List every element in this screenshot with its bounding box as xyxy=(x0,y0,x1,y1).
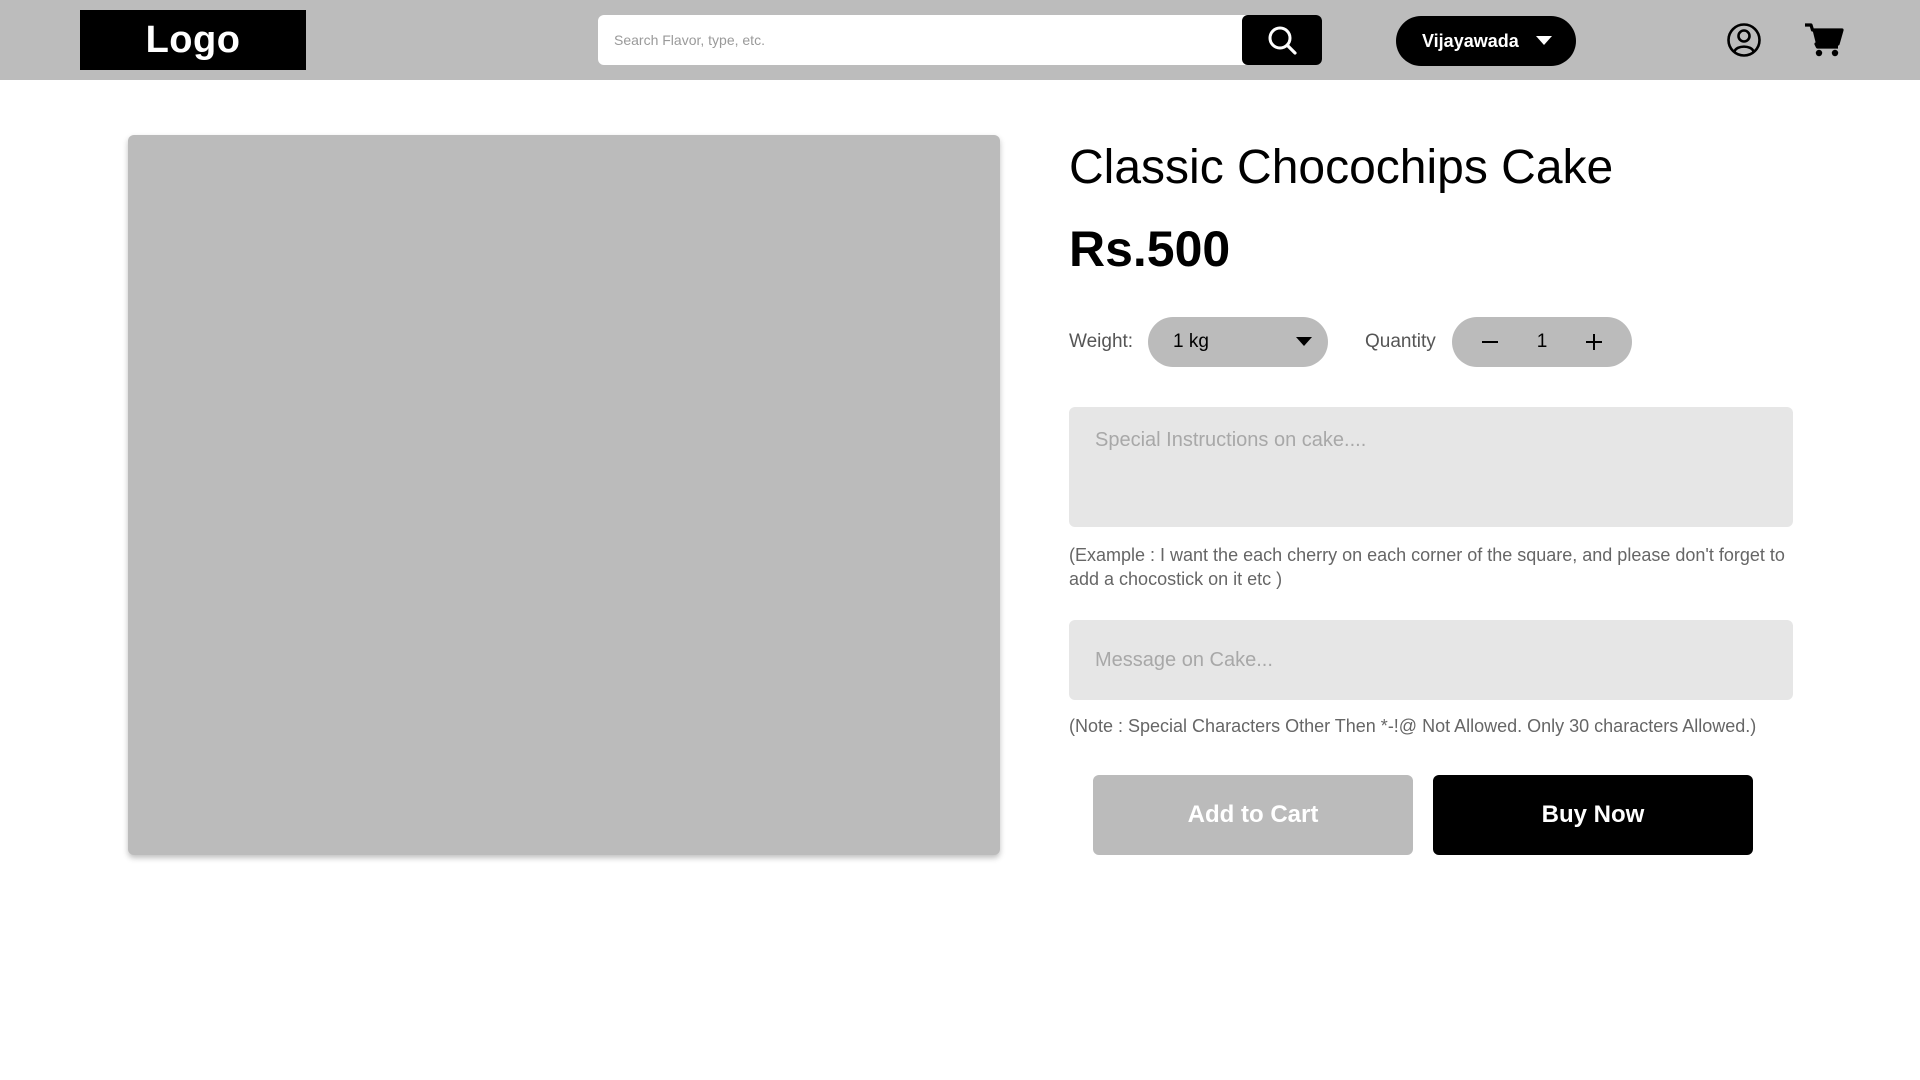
chevron-down-icon xyxy=(1296,337,1312,346)
product-price: Rs.500 xyxy=(1069,221,1231,277)
special-instructions-field[interactable] xyxy=(1069,407,1793,527)
minus-icon xyxy=(1482,341,1498,343)
message-character-note: (Note : Special Characters Other Then *-… xyxy=(1069,716,1757,736)
product-title: Classic Chocochips Cake xyxy=(1069,141,1614,194)
logo[interactable]: Logo xyxy=(80,10,306,70)
quantity-value: 1 xyxy=(1536,331,1548,352)
quantity-label: Quantity xyxy=(1365,331,1436,352)
city-selector[interactable]: Vijayawada xyxy=(1396,16,1576,66)
search-icon xyxy=(1268,26,1297,55)
weight-dropdown[interactable]: 1 kg xyxy=(1148,317,1328,367)
instructions-example-note: (Example : I want the each cherry on eac… xyxy=(1069,545,1785,589)
city-selector-label: Vijayawada xyxy=(1422,30,1519,51)
plus-icon xyxy=(1586,334,1602,350)
user-circle-icon[interactable] xyxy=(1726,22,1762,58)
top-navbar: Logo Vijayawada xyxy=(0,0,1920,80)
quantity-increment-button[interactable] xyxy=(1574,317,1614,367)
weight-label: Weight: xyxy=(1069,331,1134,352)
add-to-cart-button[interactable]: Add to Cart xyxy=(1093,775,1413,855)
quantity-stepper: 1 xyxy=(1452,317,1632,367)
weight-selected-value: 1 kg xyxy=(1173,331,1209,352)
product-image xyxy=(128,135,1000,855)
cake-message-field[interactable] xyxy=(1069,620,1793,700)
search-bar xyxy=(598,15,1322,65)
quantity-decrement-button[interactable] xyxy=(1470,317,1510,367)
search-button[interactable] xyxy=(1242,15,1322,65)
shopping-cart-icon[interactable] xyxy=(1804,22,1844,58)
chevron-down-icon xyxy=(1536,36,1552,45)
buy-now-button[interactable]: Buy Now xyxy=(1433,775,1753,855)
search-input[interactable] xyxy=(598,15,1243,65)
